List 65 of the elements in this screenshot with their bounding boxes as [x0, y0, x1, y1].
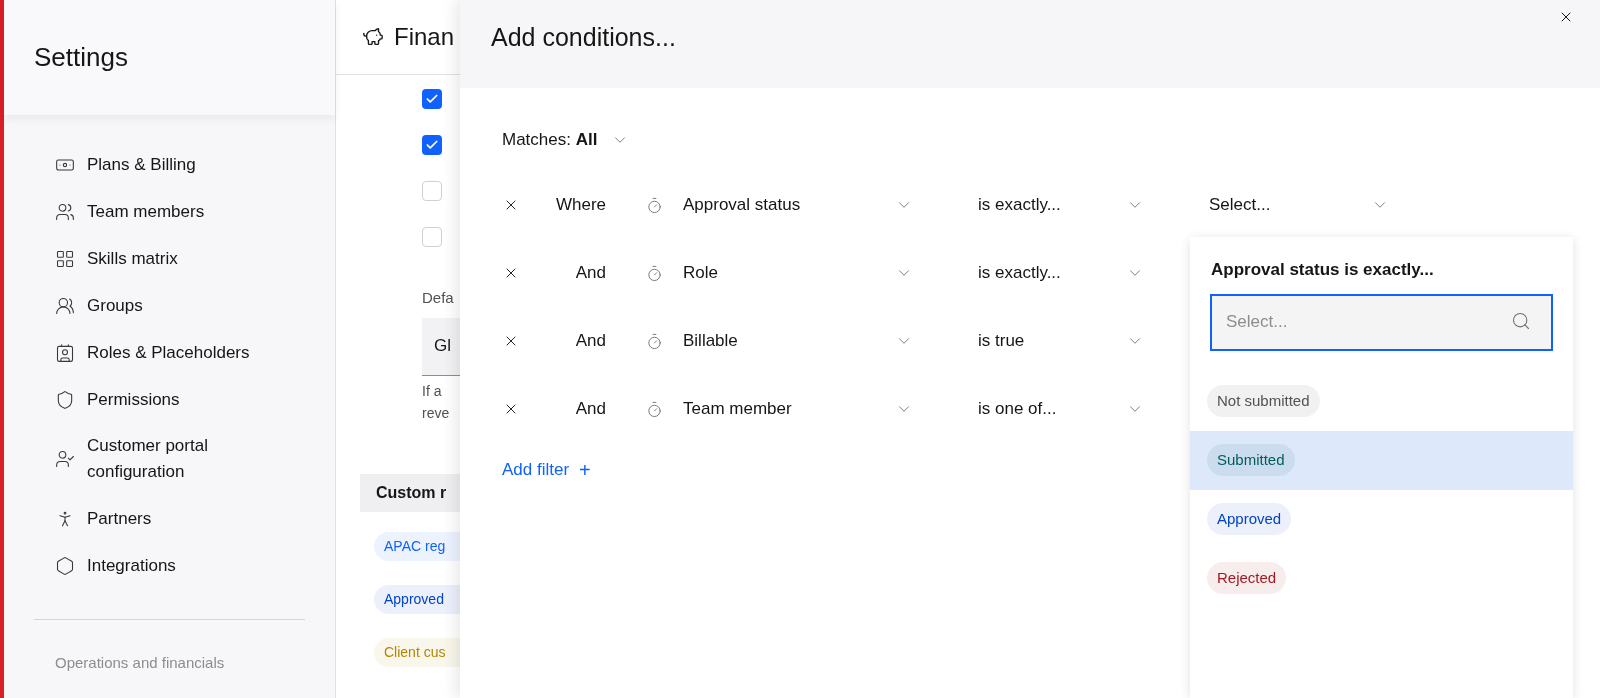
checkbox[interactable] — [422, 181, 442, 201]
check-icon — [425, 92, 439, 106]
status-tag: Approved — [1207, 502, 1292, 536]
piggy-bank-icon — [362, 26, 384, 48]
hexagon-icon — [55, 555, 75, 576]
table-header: Custom r — [360, 473, 460, 512]
field-dropdown[interactable]: Billable — [683, 328, 913, 354]
search-field[interactable]: Select... — [1210, 293, 1553, 351]
section-heading: Operations and financials — [55, 653, 226, 673]
sidebar-item[interactable]: Groups — [4, 282, 335, 329]
timer-icon — [646, 400, 663, 418]
add-filter-link[interactable]: Add filter + — [502, 458, 591, 482]
tag: Client cus — [374, 637, 460, 667]
dropdown-option[interactable]: Approved — [1190, 489, 1573, 549]
conjunction: And — [574, 262, 606, 285]
help-text: If a — [422, 381, 443, 401]
sidebar-item[interactable]: Permissions — [4, 376, 335, 423]
status-tag: Submitted — [1207, 443, 1295, 477]
sidebar-item[interactable]: Plans & Billing — [4, 141, 335, 188]
field-dropdown[interactable]: Team member — [683, 396, 913, 422]
page-title: Finan — [394, 22, 455, 52]
matches-dropdown[interactable]: Matches: All — [502, 118, 630, 162]
tag: APAC reg — [374, 531, 460, 561]
shield-icon — [55, 389, 75, 410]
timer-icon — [646, 264, 663, 282]
dropdown-field[interactable]: Gl — [422, 317, 460, 376]
group-icon — [55, 295, 75, 316]
status-tag: Rejected — [1207, 561, 1287, 595]
people-icon — [55, 201, 75, 222]
grid-icon — [55, 248, 75, 269]
timer-icon — [646, 332, 663, 350]
conjunction: And — [574, 330, 606, 353]
checkbox[interactable] — [422, 135, 442, 155]
contact-card-icon — [55, 342, 75, 363]
check-icon — [425, 138, 439, 152]
operator-dropdown[interactable]: is one of... — [978, 396, 1144, 422]
operator-dropdown[interactable]: is true — [978, 328, 1144, 354]
dropdown-title: Approval status is exactly... — [1211, 259, 1435, 281]
sidebar-item[interactable]: Partners — [4, 495, 335, 542]
search-icon — [1511, 310, 1531, 331]
sidebar-title: Settings — [34, 41, 128, 74]
sidebar-item[interactable]: Skills matrix — [4, 235, 335, 282]
status-tag: Not submitted — [1207, 384, 1320, 418]
field-label: Defa — [422, 288, 455, 308]
help-text: reve — [422, 403, 451, 423]
operator-dropdown[interactable]: is exactly... — [978, 192, 1144, 218]
tag: Approved — [374, 584, 460, 614]
sidebar-item[interactable]: Roles & Placeholders — [4, 329, 335, 376]
sidebar-item[interactable]: Customer portal configuration — [4, 423, 335, 495]
sidebar-item[interactable]: Team members — [4, 188, 335, 235]
checkbox[interactable] — [422, 227, 442, 247]
conjunction: And — [574, 398, 606, 421]
dropdown-option[interactable]: Rejected — [1190, 548, 1573, 608]
value-dropdown[interactable]: Select... — [1209, 192, 1389, 218]
dropdown-option[interactable]: Not submitted — [1190, 371, 1573, 431]
sidebar-item[interactable]: Integrations — [4, 542, 335, 589]
operator-dropdown[interactable]: is exactly... — [978, 260, 1144, 286]
conjunction: Where — [554, 194, 606, 217]
dropdown-option[interactable]: Submitted — [1190, 430, 1573, 490]
panel-title: Add conditions... — [491, 22, 676, 54]
field-dropdown[interactable]: Approval status — [683, 192, 913, 218]
user-check-icon — [55, 449, 75, 469]
timer-icon — [646, 196, 663, 214]
field-dropdown[interactable]: Role — [683, 260, 913, 286]
checkbox[interactable] — [422, 89, 442, 109]
